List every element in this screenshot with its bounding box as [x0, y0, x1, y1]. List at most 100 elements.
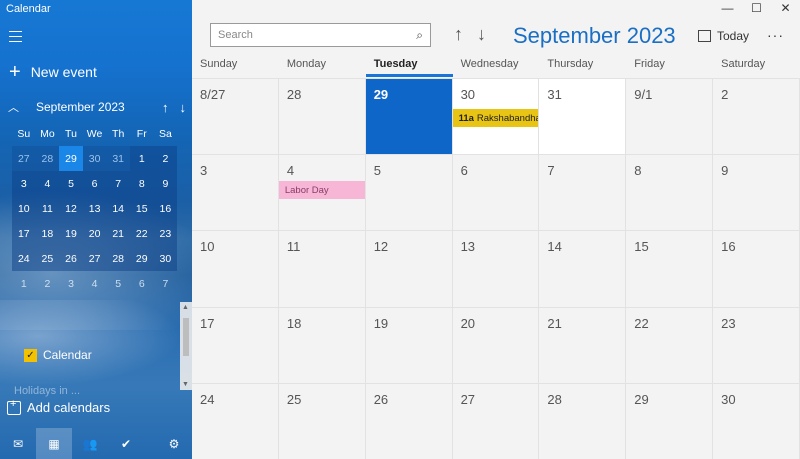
- mini-day[interactable]: 8: [129, 171, 154, 196]
- sidebar-scrollbar[interactable]: ▲ ▼: [180, 302, 192, 390]
- mini-day[interactable]: 2: [153, 146, 178, 171]
- day-cell[interactable]: 7: [539, 155, 627, 232]
- day-cell[interactable]: 22: [626, 307, 714, 384]
- day-cell[interactable]: 9: [713, 155, 800, 232]
- calendar-icon[interactable]: ▦: [36, 428, 72, 459]
- mini-day[interactable]: 19: [59, 221, 83, 246]
- todo-icon[interactable]: ✔: [108, 428, 144, 459]
- mini-day[interactable]: 16: [153, 196, 178, 221]
- day-cell[interactable]: 9/1: [626, 79, 714, 156]
- mini-day[interactable]: 27: [12, 146, 36, 171]
- scroll-up-icon[interactable]: ▲: [182, 304, 189, 311]
- new-event-button[interactable]: + New event: [9, 62, 97, 82]
- previous-month-arrow-icon[interactable]: ↑: [454, 24, 463, 45]
- mini-day[interactable]: 26: [59, 246, 83, 271]
- today-button[interactable]: Today: [698, 29, 749, 43]
- calendar-checkbox[interactable]: ✓ Calendar: [24, 348, 92, 362]
- mini-day[interactable]: 3: [12, 171, 36, 196]
- mini-day[interactable]: 22: [129, 221, 154, 246]
- mini-day[interactable]: 31: [106, 146, 130, 171]
- mini-day[interactable]: 6: [130, 271, 154, 296]
- mini-day[interactable]: 7: [106, 171, 130, 196]
- add-calendars-button[interactable]: Add calendars: [7, 398, 110, 415]
- search-icon[interactable]: ⌕: [416, 28, 423, 43]
- mini-calendar-month[interactable]: September 2023: [36, 100, 125, 114]
- mini-day[interactable]: 13: [82, 196, 107, 221]
- minimize-button[interactable]: —: [713, 0, 742, 16]
- scroll-down-icon[interactable]: ▼: [182, 381, 189, 388]
- mini-day[interactable]: 28: [106, 246, 130, 271]
- mini-day[interactable]: 1: [129, 146, 154, 171]
- day-cell[interactable]: 11: [278, 231, 366, 308]
- mini-day[interactable]: 1: [12, 271, 36, 296]
- day-cell[interactable]: 8: [626, 155, 714, 232]
- mini-day[interactable]: 21: [106, 221, 130, 246]
- mini-day[interactable]: 3: [59, 271, 83, 296]
- mini-day[interactable]: 25: [35, 246, 60, 271]
- mini-day[interactable]: 17: [12, 221, 36, 246]
- mini-day[interactable]: 14: [106, 196, 130, 221]
- mini-day[interactable]: 4: [35, 171, 60, 196]
- day-cell-today[interactable]: 29: [365, 79, 453, 156]
- event-labor-day[interactable]: Labor Day: [278, 181, 365, 200]
- day-cell[interactable]: 21: [539, 307, 627, 384]
- mini-day-today[interactable]: 29: [59, 146, 83, 171]
- day-cell[interactable]: 27: [452, 383, 540, 459]
- mini-day[interactable]: 20: [82, 221, 107, 246]
- settings-gear-icon[interactable]: ⚙: [156, 428, 192, 459]
- day-cell[interactable]: 20: [452, 307, 540, 384]
- checkbox-checked-icon[interactable]: ✓: [24, 348, 37, 362]
- day-cell[interactable]: 12: [365, 231, 453, 308]
- mini-day[interactable]: 5: [59, 171, 83, 196]
- day-cell[interactable]: 25: [278, 383, 366, 459]
- day-cell[interactable]: 4 Labor Day: [278, 155, 366, 232]
- mini-day[interactable]: 30: [82, 146, 107, 171]
- mini-day[interactable]: 10: [12, 196, 36, 221]
- day-cell[interactable]: 15: [626, 231, 714, 308]
- day-cell[interactable]: 14: [539, 231, 627, 308]
- day-cell[interactable]: 31: [539, 79, 627, 156]
- day-cell[interactable]: 23: [713, 307, 800, 384]
- mini-day[interactable]: 18: [35, 221, 60, 246]
- maximize-button[interactable]: ☐: [742, 0, 771, 16]
- month-title[interactable]: September 2023: [513, 23, 676, 49]
- mini-day[interactable]: 30: [153, 246, 178, 271]
- event-rakshabandhan[interactable]: 11a Rakshabandhan: [452, 109, 539, 127]
- mini-day[interactable]: 23: [153, 221, 178, 246]
- partial-calendar-item[interactable]: Holidays in ...: [14, 385, 80, 397]
- arrow-up-icon[interactable]: ↑: [162, 100, 169, 115]
- day-cell[interactable]: 8/27: [192, 79, 279, 156]
- mini-day[interactable]: 27: [82, 246, 107, 271]
- mini-day[interactable]: 4: [83, 271, 107, 296]
- mini-day[interactable]: 12: [59, 196, 83, 221]
- chevron-up-icon[interactable]: ︿: [8, 99, 22, 115]
- mail-icon[interactable]: ✉: [0, 428, 36, 459]
- day-cell[interactable]: 30: [713, 383, 800, 459]
- day-cell[interactable]: 16: [713, 231, 800, 308]
- day-cell[interactable]: 30 11a Rakshabandhan: [452, 79, 540, 156]
- more-options-icon[interactable]: ···: [767, 27, 784, 43]
- close-button[interactable]: ✕: [771, 0, 800, 16]
- mini-day[interactable]: 29: [129, 246, 154, 271]
- mini-day[interactable]: 11: [35, 196, 60, 221]
- search-placeholder[interactable]: Search: [218, 29, 416, 41]
- day-cell[interactable]: 28: [278, 79, 366, 156]
- day-cell[interactable]: 10: [192, 231, 279, 308]
- arrow-down-icon[interactable]: ↓: [180, 100, 187, 115]
- search-input[interactable]: Search ⌕: [210, 23, 431, 47]
- mini-day[interactable]: 6: [82, 171, 107, 196]
- day-cell[interactable]: 24: [192, 383, 279, 459]
- day-cell[interactable]: 28: [539, 383, 627, 459]
- day-cell[interactable]: 3: [192, 155, 279, 232]
- mini-day[interactable]: 5: [106, 271, 130, 296]
- next-month-arrow-icon[interactable]: ↓: [477, 24, 486, 45]
- people-icon[interactable]: 👥: [72, 428, 108, 459]
- mini-day[interactable]: 2: [36, 271, 60, 296]
- mini-day[interactable]: 9: [153, 171, 178, 196]
- day-cell[interactable]: 13: [452, 231, 540, 308]
- mini-day[interactable]: 7: [154, 271, 178, 296]
- mini-day[interactable]: 28: [35, 146, 60, 171]
- hamburger-menu-icon[interactable]: [9, 31, 22, 42]
- scrollbar-thumb[interactable]: [183, 318, 189, 356]
- day-cell[interactable]: 19: [365, 307, 453, 384]
